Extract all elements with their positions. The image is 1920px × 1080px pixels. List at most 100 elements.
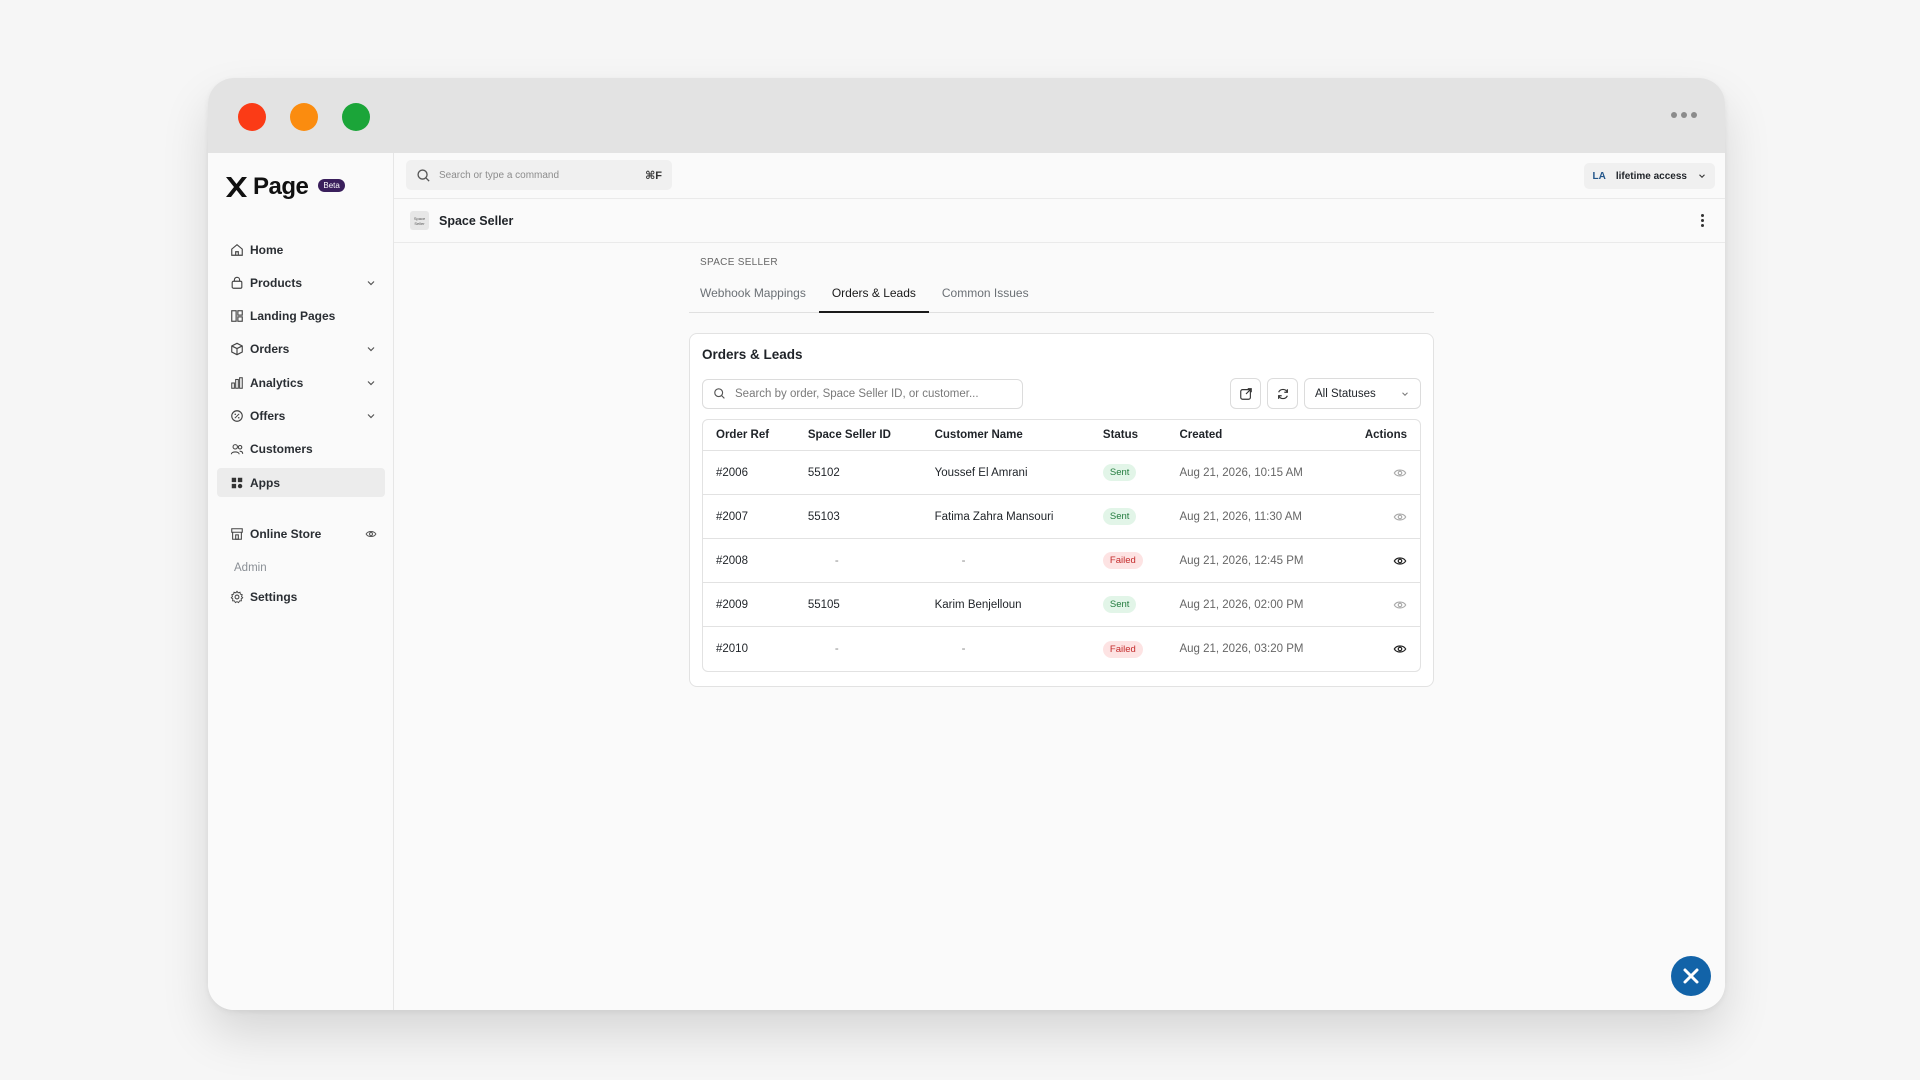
sidebar-nav: Home Products Landing Pages Orders Analy… [217,235,385,616]
table-row[interactable]: #2008 - - Failed Aug 21, 2026, 12:45 PM [703,539,1420,583]
view-eye-icon[interactable] [1393,510,1407,524]
seller-id: 55105 [794,583,922,627]
refresh-button[interactable] [1267,378,1298,409]
orders-search-input[interactable]: Search by order, Space Seller ID, or cus… [702,378,1023,409]
tab-common-issues[interactable]: Common Issues [929,282,1042,313]
sidebar-item-settings[interactable]: Settings [217,583,385,612]
logo-x-icon [226,177,247,197]
gear-icon [229,590,244,605]
main-area: Search or type a command ⌘F LA lifetime … [394,153,1725,1010]
minimize-window-button[interactable] [290,103,318,131]
status-badge: Sent [1102,508,1137,525]
sidebar: Page Beta Home Products Landing Pages Or… [208,153,394,1010]
order-ref: #2008 [703,539,795,583]
account-menu[interactable]: LA lifetime access [1584,163,1715,189]
view-eye-icon[interactable] [1393,466,1407,480]
sidebar-item-customers[interactable]: Customers [217,435,385,464]
sidebar-item-label: Settings [250,590,298,605]
column-header[interactable]: Order Ref [703,420,795,451]
close-window-button[interactable] [238,103,266,131]
tab-orders-leads[interactable]: Orders & Leads [818,282,929,313]
seller-id: - [794,539,922,583]
export-button[interactable] [1230,378,1261,409]
more-vertical-icon[interactable] [1701,214,1705,227]
sidebar-item-home[interactable]: Home [217,235,385,264]
external-link-icon [1239,387,1252,400]
seller-id: - [834,643,839,655]
sidebar-item-label: Customers [250,442,313,457]
search-icon [417,168,430,182]
sidebar-item-online-store[interactable]: Online Store [217,519,385,548]
lock-bag-icon [229,275,244,290]
app-thumbnail: Space Seller [410,211,429,230]
table-row[interactable]: #2009 55105 Karim Benjelloun Sent Aug 21… [703,583,1420,627]
apps-grid-icon [229,475,244,490]
sidebar-item-offers[interactable]: Offers [217,401,385,430]
search-icon [714,388,725,399]
chevron-down-icon[interactable] [365,343,377,355]
sidebar-item-orders[interactable]: Orders [217,335,385,364]
table-row[interactable]: #2007 55103 Fatima Zahra Mansouri Sent A… [703,495,1420,539]
beta-badge: Beta [318,178,345,192]
status-badge: Sent [1102,464,1137,481]
sidebar-item-landing-pages[interactable]: Landing Pages [217,302,385,331]
column-header[interactable]: Customer Name [921,420,1090,451]
command-search-input[interactable]: Search or type a command ⌘F [406,160,672,190]
created-date: Aug 21, 2026, 02:00 PM [1166,583,1341,627]
window-titlebar [208,78,1725,153]
refresh-icon [1277,388,1288,399]
page-eyebrow: SPACE SELLER [700,257,778,268]
chevron-down-icon[interactable] [365,377,377,389]
column-header: Actions [1340,420,1420,451]
brand-logo[interactable]: Page Beta [223,173,345,201]
sidebar-item-label: Offers [250,408,286,423]
more-horizontal-icon[interactable] [1671,112,1697,118]
customer-name: - [921,539,1090,583]
status-filter-value: All Statuses [1315,387,1376,400]
store-icon [229,526,244,541]
status-filter-select[interactable]: All Statuses [1304,378,1421,409]
close-x-icon [1683,968,1699,984]
customer-name: Fatima Zahra Mansouri [921,495,1090,539]
account-initials: LA [1592,170,1606,182]
orders-card: Orders & Leads Search by order, Space Se… [689,333,1434,687]
sidebar-item-label: Apps [250,475,280,490]
column-header[interactable]: Status [1089,420,1167,451]
chevron-down-icon[interactable] [365,277,377,289]
table-row[interactable]: #2006 55102 Youssef El Amrani Sent Aug 2… [703,451,1420,495]
sidebar-item-products[interactable]: Products [217,268,385,297]
order-ref: #2009 [703,583,795,627]
home-icon [229,242,244,257]
app-header: Space Seller Space Seller [394,199,1725,243]
sidebar-item-label: Online Store [250,526,322,541]
eye-icon[interactable] [365,528,377,540]
column-header[interactable]: Created [1166,420,1341,451]
bar-chart-icon [229,375,244,390]
sidebar-item-apps[interactable]: Apps [217,468,385,498]
chevron-down-icon [1699,174,1705,179]
column-header[interactable]: Space Seller ID [794,420,922,451]
view-eye-icon[interactable] [1393,554,1407,568]
order-ref: #2007 [703,495,795,539]
sidebar-item-label: Home [250,242,284,257]
nav-separator [217,501,385,519]
users-icon [229,442,244,457]
created-date: Aug 21, 2026, 12:45 PM [1166,539,1341,583]
sidebar-item-analytics[interactable]: Analytics [217,368,385,397]
admin-section-label: Admin [234,561,267,574]
table-header-row: Order Ref Space Seller ID Customer Name … [703,420,1420,451]
view-eye-icon[interactable] [1393,642,1407,656]
content: SPACE SELLER Webhook Mappings Orders & L… [689,243,1434,687]
zoom-window-button[interactable] [342,103,370,131]
seller-id: 55102 [794,451,922,495]
order-ref: #2010 [716,643,748,655]
table-row[interactable]: #2010 - - Failed Aug 21, 2026, 03:20 PM [703,627,1420,671]
seller-id: 55103 [794,495,922,539]
status-badge: Failed [1102,552,1143,569]
created-date: Aug 21, 2026, 10:15 AM [1166,451,1341,495]
support-fab-button[interactable] [1671,956,1711,996]
tab-webhook-mappings[interactable]: Webhook Mappings [689,282,819,313]
chevron-down-icon[interactable] [365,410,377,422]
account-plan: lifetime access [1615,170,1687,182]
view-eye-icon[interactable] [1393,598,1407,612]
